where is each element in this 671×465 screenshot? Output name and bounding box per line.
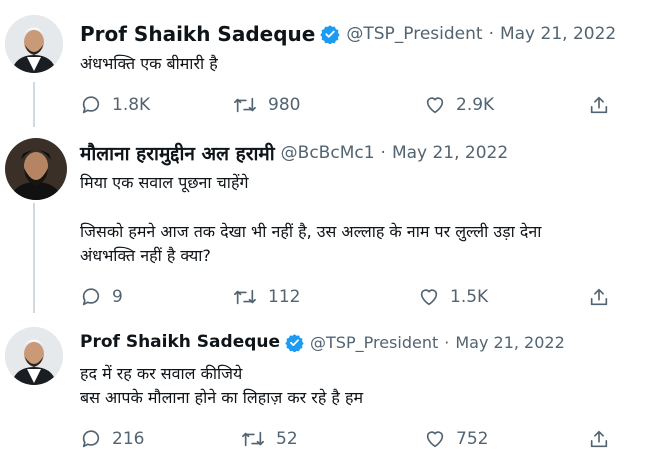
share-icon [590, 288, 608, 306]
reply-icon [82, 430, 100, 448]
retweet-button[interactable]: 52 [240, 428, 298, 450]
reply-button[interactable]: 1.8K [80, 94, 150, 116]
like-count: 752 [456, 429, 489, 449]
tweet-text-line: जिसको हमने आज तक देखा भी नहीं है, उस अल्… [80, 222, 542, 241]
handle[interactable]: @TSP_President [310, 333, 438, 352]
like-count: 1.5K [450, 287, 489, 307]
timestamp[interactable]: May 21, 2022 [455, 333, 564, 352]
share-button[interactable] [588, 286, 610, 308]
heart-icon [426, 97, 444, 114]
verified-badge-icon [320, 24, 340, 44]
tweet-text-line: अंधभक्ति नहीं है क्या? [80, 246, 211, 265]
share-button[interactable] [588, 94, 610, 116]
reply-button[interactable]: 216 [80, 428, 144, 450]
like-count: 2.9K [456, 95, 495, 115]
avatar[interactable] [5, 327, 63, 385]
tweet-header: मौलाना हरामुद्दीन अल हरामी @BcBcMc1 · Ma… [80, 139, 508, 167]
heart-icon [426, 431, 444, 448]
reply-icon [82, 288, 100, 306]
retweet-count: 980 [268, 95, 301, 115]
retweet-icon [234, 289, 256, 305]
separator: · [488, 24, 494, 44]
tweet-3[interactable]: Prof Shaikh Sadeque @TSP_President · May… [0, 315, 671, 465]
handle[interactable]: @BcBcMc1 [281, 143, 375, 163]
share-icon [590, 96, 608, 114]
reply-count: 216 [112, 429, 145, 449]
separator: · [444, 332, 450, 352]
timestamp[interactable]: May 21, 2022 [500, 24, 616, 44]
retweet-count: 112 [268, 287, 301, 307]
avatar[interactable] [5, 15, 63, 73]
avatar[interactable] [5, 138, 67, 200]
tweet-text-line: मिया एक सवाल पूछना चाहेंगे [80, 173, 249, 192]
retweet-icon [234, 97, 256, 113]
share-icon [590, 430, 608, 448]
handle[interactable]: @TSP_President [346, 24, 482, 44]
tweet-text-line: अंधभक्ति एक बीमारी है [80, 54, 218, 73]
retweet-icon [242, 431, 264, 447]
retweet-count: 52 [276, 429, 298, 449]
heart-icon [420, 289, 438, 306]
tweet-text-line: हद में रह कर सवाल कीजिये [80, 364, 243, 383]
like-button[interactable]: 752 [424, 428, 488, 450]
tweet-header: Prof Shaikh Sadeque @TSP_President · May… [80, 20, 616, 48]
display-name[interactable]: Prof Shaikh Sadeque [80, 332, 280, 352]
tweet-1[interactable]: Prof Shaikh Sadeque @TSP_President · May… [0, 0, 671, 125]
reply-count: 1.8K [112, 95, 151, 115]
display-name[interactable]: Prof Shaikh Sadeque [80, 22, 315, 46]
tweet-header: Prof Shaikh Sadeque @TSP_President · May… [80, 329, 565, 355]
display-name[interactable]: मौलाना हरामुद्दीन अल हरामी [80, 140, 275, 166]
tweet-text-line: बस आपके मौलाना होने का लिहाज़ कर रहे है … [80, 388, 364, 407]
verified-badge-icon [285, 333, 304, 352]
reply-count: 9 [112, 287, 123, 307]
reply-button[interactable]: 9 [80, 286, 123, 308]
like-button[interactable]: 1.5K [418, 286, 488, 308]
share-button[interactable] [588, 428, 610, 450]
retweet-button[interactable]: 112 [232, 286, 300, 308]
tweet-2[interactable]: मौलाना हरामुद्दीन अल हरामी @BcBcMc1 · Ma… [0, 125, 671, 315]
separator: · [380, 143, 386, 163]
timestamp[interactable]: May 21, 2022 [392, 143, 508, 163]
retweet-button[interactable]: 980 [232, 94, 300, 116]
reply-icon [82, 96, 100, 114]
like-button[interactable]: 2.9K [424, 94, 494, 116]
